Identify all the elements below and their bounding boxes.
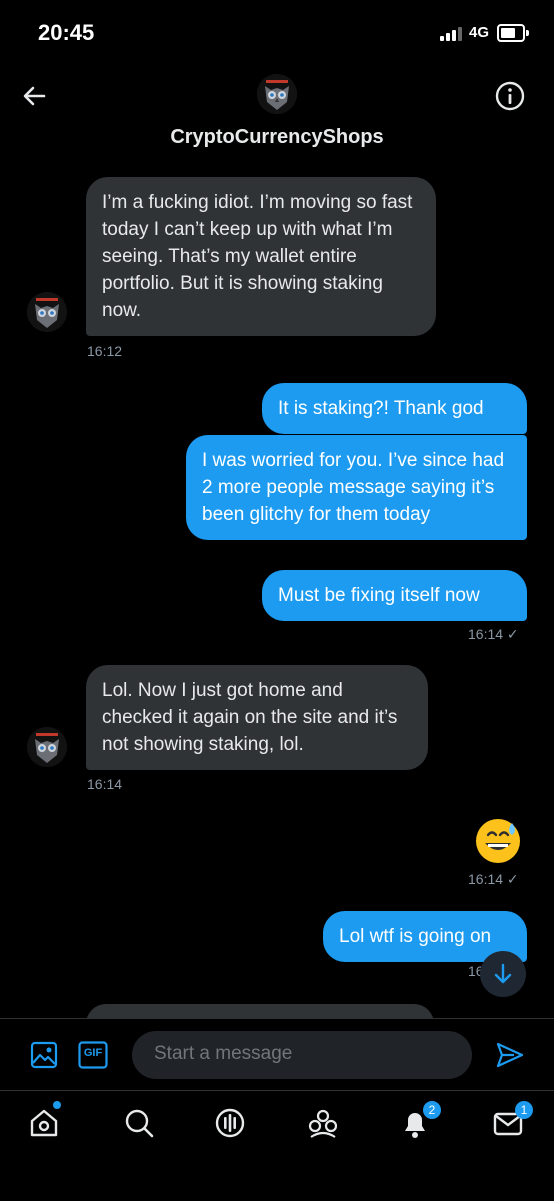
message-timestamp: 16:12 — [87, 343, 123, 359]
message-timestamp: 16:14 ✓ — [468, 871, 519, 887]
messages-badge: 1 — [515, 1101, 533, 1119]
status-time: 20:45 — [38, 20, 95, 45]
notifications-badge: 2 — [423, 1101, 441, 1119]
message-timestamp: 16:14 ✓ — [468, 626, 519, 642]
conversation-header: CryptoCurrencyShops — [0, 64, 554, 164]
grinning-face-with-sweat-emoji[interactable] — [474, 817, 522, 865]
home-icon[interactable] — [26, 1105, 62, 1141]
incoming-message[interactable]: Lol. Now I just got home and checked it … — [86, 665, 428, 770]
arrow-left-icon[interactable] — [18, 80, 50, 112]
image-icon[interactable] — [30, 1041, 58, 1069]
message-input[interactable]: Start a message — [132, 1031, 472, 1079]
status-bar: 20:45 4G — [0, 0, 554, 64]
avatar[interactable] — [27, 727, 67, 767]
outgoing-message[interactable]: Must be fixing itself now — [262, 570, 527, 621]
info-icon[interactable] — [494, 80, 526, 112]
scroll-to-bottom-button[interactable] — [480, 951, 526, 997]
outgoing-message[interactable]: It is staking?! Thank god — [262, 383, 527, 434]
conversation-title[interactable]: CryptoCurrencyShops — [0, 126, 554, 149]
avatar[interactable] — [27, 292, 67, 332]
network-label: 4G — [469, 24, 490, 41]
signal-icon — [440, 27, 466, 41]
message-timestamp: 16:14 — [87, 776, 123, 792]
message-input-placeholder: Start a message — [154, 1043, 293, 1064]
send-icon[interactable] — [494, 1039, 526, 1071]
gif-label: GIF — [83, 1047, 103, 1059]
incoming-message[interactable]: I’m a fucking idiot. I’m moving so fast … — [86, 177, 436, 336]
search-icon[interactable] — [121, 1105, 157, 1141]
avatar[interactable] — [257, 74, 297, 114]
owl-avatar-icon — [257, 74, 297, 114]
home-notification-dot — [53, 1101, 61, 1109]
arrow-down-icon — [494, 963, 512, 984]
communities-icon[interactable] — [305, 1105, 341, 1141]
tab-bar: 2 1 — [0, 1090, 554, 1201]
gif-button[interactable]: GIF — [78, 1041, 108, 1069]
outgoing-message[interactable]: I was worried for you. I’ve since had 2 … — [186, 435, 527, 540]
battery-icon — [497, 24, 525, 42]
owl-avatar-icon — [27, 727, 67, 767]
compose-bar: GIF Start a message — [0, 1018, 554, 1091]
owl-avatar-icon — [27, 292, 67, 332]
battery-tip — [526, 30, 529, 36]
spaces-icon[interactable] — [212, 1105, 248, 1141]
